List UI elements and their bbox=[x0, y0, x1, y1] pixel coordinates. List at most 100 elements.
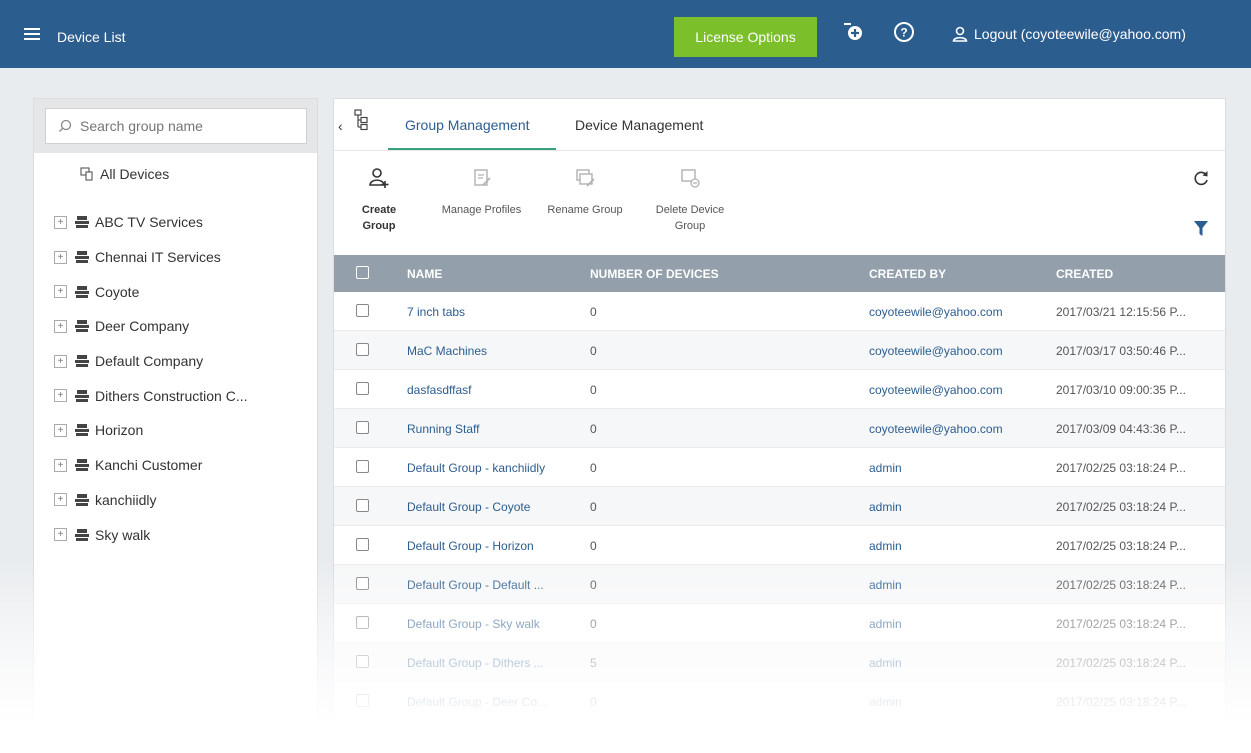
select-all-checkbox[interactable] bbox=[356, 266, 369, 279]
created-by-link[interactable]: coyoteewile@yahoo.com bbox=[869, 344, 1003, 358]
created-by-link[interactable]: coyoteewile@yahoo.com bbox=[869, 305, 1003, 319]
search-group-input[interactable] bbox=[80, 118, 280, 134]
rename-group-button[interactable]: Rename Group bbox=[544, 167, 626, 218]
tab-group-management[interactable]: Group Management bbox=[405, 117, 530, 133]
group-tree-item[interactable]: + Coyote bbox=[54, 274, 314, 309]
row-checkbox[interactable] bbox=[356, 694, 369, 707]
expand-icon[interactable]: + bbox=[54, 215, 67, 229]
created-by-link[interactable]: coyoteewile@yahoo.com bbox=[869, 422, 1003, 436]
collapse-arrow-icon[interactable]: ‹ bbox=[338, 118, 343, 134]
device-count: 0 bbox=[590, 461, 597, 475]
device-count: 0 bbox=[590, 539, 597, 553]
created-by-link[interactable]: admin bbox=[869, 617, 902, 631]
delete-group-label-line1: Delete Device bbox=[655, 204, 725, 216]
delete-device-group-button[interactable]: Delete Device Group bbox=[650, 167, 730, 234]
row-checkbox[interactable] bbox=[356, 382, 369, 395]
logout-link[interactable]: Logout (coyoteewile@yahoo.com) bbox=[952, 26, 1186, 42]
group-name-link[interactable]: Default Group - Coyote bbox=[407, 500, 577, 514]
group-tree-item[interactable]: + Deer Company bbox=[54, 309, 314, 344]
tab-bar: ‹ Group Management Device Management bbox=[334, 99, 1225, 151]
row-checkbox[interactable] bbox=[356, 421, 369, 434]
group-tree-item[interactable]: + Dithers Construction C... bbox=[54, 378, 314, 413]
group-tree-item[interactable]: + Default Company bbox=[54, 344, 314, 379]
table-row: Default Group - Default ... 0 admin 2017/02… bbox=[334, 565, 1225, 604]
created-date: 2017/02/25 03:18:24 P... bbox=[1056, 578, 1186, 592]
expand-icon[interactable]: + bbox=[54, 285, 67, 299]
all-devices-item[interactable]: All Devices bbox=[80, 166, 169, 182]
filter-icon[interactable] bbox=[1194, 221, 1208, 236]
column-created-by-header[interactable]: CREATED BY bbox=[869, 267, 946, 281]
column-devices-header[interactable]: NUMBER OF DEVICES bbox=[590, 267, 719, 281]
row-checkbox[interactable] bbox=[356, 499, 369, 512]
group-name-link[interactable]: Default Group - Dithers ... bbox=[407, 656, 577, 670]
expand-icon[interactable]: + bbox=[54, 389, 67, 403]
expand-icon[interactable]: + bbox=[54, 319, 67, 333]
row-checkbox[interactable] bbox=[356, 343, 369, 356]
group-name-link[interactable]: Running Staff bbox=[407, 422, 577, 436]
search-box[interactable] bbox=[45, 108, 307, 144]
group-name-link[interactable]: Default Group - Horizon bbox=[407, 539, 577, 553]
device-count: 0 bbox=[590, 344, 597, 358]
row-checkbox[interactable] bbox=[356, 577, 369, 590]
created-by-link[interactable]: admin bbox=[869, 578, 902, 592]
delete-group-label-line2: Group bbox=[674, 220, 706, 232]
hamburger-menu-icon[interactable] bbox=[24, 28, 40, 40]
create-group-button[interactable]: Create Group bbox=[344, 167, 414, 234]
expand-icon[interactable]: + bbox=[54, 493, 67, 507]
created-by-link[interactable]: admin bbox=[869, 539, 902, 553]
group-name-link[interactable]: dasfasdffasf bbox=[407, 383, 577, 397]
group-tree-item[interactable]: + Kanchi Customer bbox=[54, 448, 314, 483]
expand-icon[interactable]: + bbox=[54, 423, 67, 437]
group-tree: + ABC TV Services + Chennai IT Services + Coy… bbox=[54, 205, 314, 552]
license-options-button[interactable]: License Options bbox=[674, 17, 817, 57]
table-row: MaC Machines 0 coyoteewile@yahoo.com 2017/0… bbox=[334, 331, 1225, 370]
expand-icon[interactable]: + bbox=[54, 458, 67, 472]
device-count: 5 bbox=[590, 656, 597, 670]
group-name-link[interactable]: Default Group - Sky walk bbox=[407, 617, 577, 631]
company-icon bbox=[75, 424, 89, 437]
expand-icon[interactable]: + bbox=[54, 250, 67, 264]
group-tree-label: ABC TV Services bbox=[95, 214, 203, 231]
expand-icon[interactable]: + bbox=[54, 528, 67, 542]
created-by-link[interactable]: admin bbox=[869, 500, 902, 514]
group-name-link[interactable]: 7 inch tabs bbox=[407, 305, 577, 319]
created-by-link[interactable]: coyoteewile@yahoo.com bbox=[869, 383, 1003, 397]
group-tree-item[interactable]: + Horizon bbox=[54, 413, 314, 448]
group-tree-item[interactable]: + kanchiidly bbox=[54, 483, 314, 518]
group-tree-item[interactable]: + ABC TV Services bbox=[54, 205, 314, 240]
created-by-link[interactable]: admin bbox=[869, 461, 902, 475]
company-icon bbox=[75, 320, 89, 333]
created-date: 2017/03/17 03:50:46 P... bbox=[1056, 344, 1186, 358]
group-tree-label: Dithers Construction C... bbox=[95, 387, 248, 404]
group-name-link[interactable]: Default Group - Default ... bbox=[407, 578, 577, 592]
row-checkbox[interactable] bbox=[356, 304, 369, 317]
row-checkbox[interactable] bbox=[356, 616, 369, 629]
table-body: 7 inch tabs 0 coyoteewile@yahoo.com 2017/03… bbox=[334, 292, 1225, 721]
manage-profiles-label: Manage Profiles bbox=[441, 204, 522, 216]
help-icon[interactable]: ? bbox=[893, 21, 915, 43]
expand-icon[interactable]: + bbox=[54, 354, 67, 368]
table-header: NAME NUMBER OF DEVICES CREATED BY CREATE… bbox=[334, 255, 1225, 292]
active-tab-indicator bbox=[388, 148, 556, 150]
group-name-link[interactable]: MaC Machines bbox=[407, 344, 577, 358]
column-name-header[interactable]: NAME bbox=[407, 267, 442, 281]
created-by-link[interactable]: admin bbox=[869, 656, 902, 670]
add-device-icon[interactable] bbox=[842, 21, 864, 43]
user-icon bbox=[952, 26, 968, 42]
group-tree-item[interactable]: + Chennai IT Services bbox=[54, 240, 314, 275]
tab-device-management[interactable]: Device Management bbox=[575, 117, 703, 133]
manage-profiles-button[interactable]: Manage Profiles bbox=[434, 167, 529, 218]
created-date: 2017/02/25 03:18:24 P... bbox=[1056, 539, 1186, 553]
group-name-link[interactable]: Default Group - kanchiidly bbox=[407, 461, 577, 475]
refresh-icon[interactable] bbox=[1192, 169, 1210, 187]
table-row: Default Group - Horizon 0 admin 2017/02/25 … bbox=[334, 526, 1225, 565]
column-created-header[interactable]: CREATED bbox=[1056, 267, 1113, 281]
row-checkbox[interactable] bbox=[356, 538, 369, 551]
row-checkbox[interactable] bbox=[356, 655, 369, 668]
created-by-link[interactable]: admin bbox=[869, 695, 902, 709]
row-checkbox[interactable] bbox=[356, 460, 369, 473]
company-icon bbox=[75, 528, 89, 541]
group-tree-icon[interactable] bbox=[354, 109, 368, 131]
group-name-link[interactable]: Default Group - Deer Co... bbox=[407, 695, 577, 709]
group-tree-item[interactable]: + Sky walk bbox=[54, 517, 314, 552]
